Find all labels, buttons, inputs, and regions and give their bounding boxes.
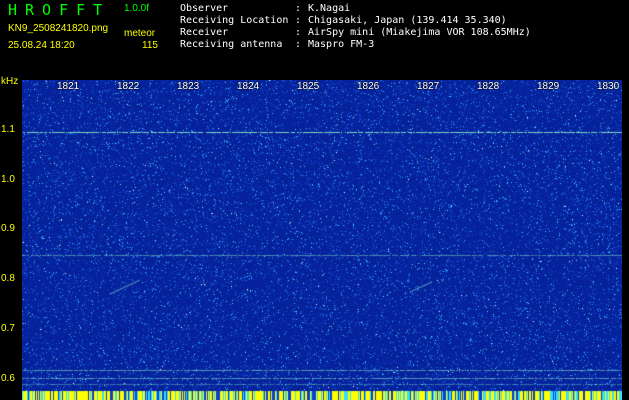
metadata-label: Receiving antenna	[180, 39, 283, 50]
time-label: 1829	[537, 81, 560, 92]
app-title: HROFFT	[8, 1, 111, 19]
y-axis-unit: kHz	[1, 76, 19, 87]
time-label: 1830	[597, 81, 620, 92]
time-label: 1821	[57, 81, 80, 92]
count-label: 115	[142, 40, 158, 51]
y-tick-label: 0.6	[1, 373, 15, 384]
metadata-separator: :	[295, 39, 302, 50]
time-label: 1824	[237, 81, 260, 92]
time-label: 1826	[357, 81, 380, 92]
time-label: 1823	[177, 81, 200, 92]
y-tick-label: 1.1	[1, 124, 15, 135]
metadata-value: K.Nagai	[308, 3, 351, 14]
header-panel: HROFFT 1.0.0f KN9_2508241820.png meteor …	[0, 0, 629, 80]
metadata-label: Observer	[180, 3, 229, 14]
metadata-value: Maspro FM-3	[308, 39, 375, 50]
metadata-separator: :	[295, 15, 302, 26]
y-tick-label: 0.8	[1, 273, 15, 284]
metadata-label: Receiver	[180, 27, 229, 38]
metadata-value: AirSpy mini (Miakejima VOR 108.65MHz)	[308, 27, 531, 38]
time-label: 1825	[297, 81, 320, 92]
time-label: 1827	[417, 81, 440, 92]
metadata-separator: :	[295, 3, 302, 14]
datetime-label: 25.08.24 18:20	[8, 40, 75, 51]
spectrogram-canvas	[22, 80, 622, 400]
version-label: 1.0.0f	[124, 3, 150, 14]
metadata-separator: :	[295, 27, 302, 38]
metadata-label: Receiving Location	[180, 15, 289, 26]
filename-label: KN9_2508241820.png	[8, 23, 109, 34]
time-label: 1822	[117, 81, 140, 92]
y-tick-label: 0.9	[1, 223, 15, 234]
time-label: 1828	[477, 81, 500, 92]
y-tick-label: 1.0	[1, 174, 15, 185]
mode-label: meteor	[124, 28, 156, 39]
metadata-value: Chigasaki, Japan (139.414 35.340)	[308, 15, 507, 26]
y-tick-label: 0.7	[1, 323, 15, 334]
